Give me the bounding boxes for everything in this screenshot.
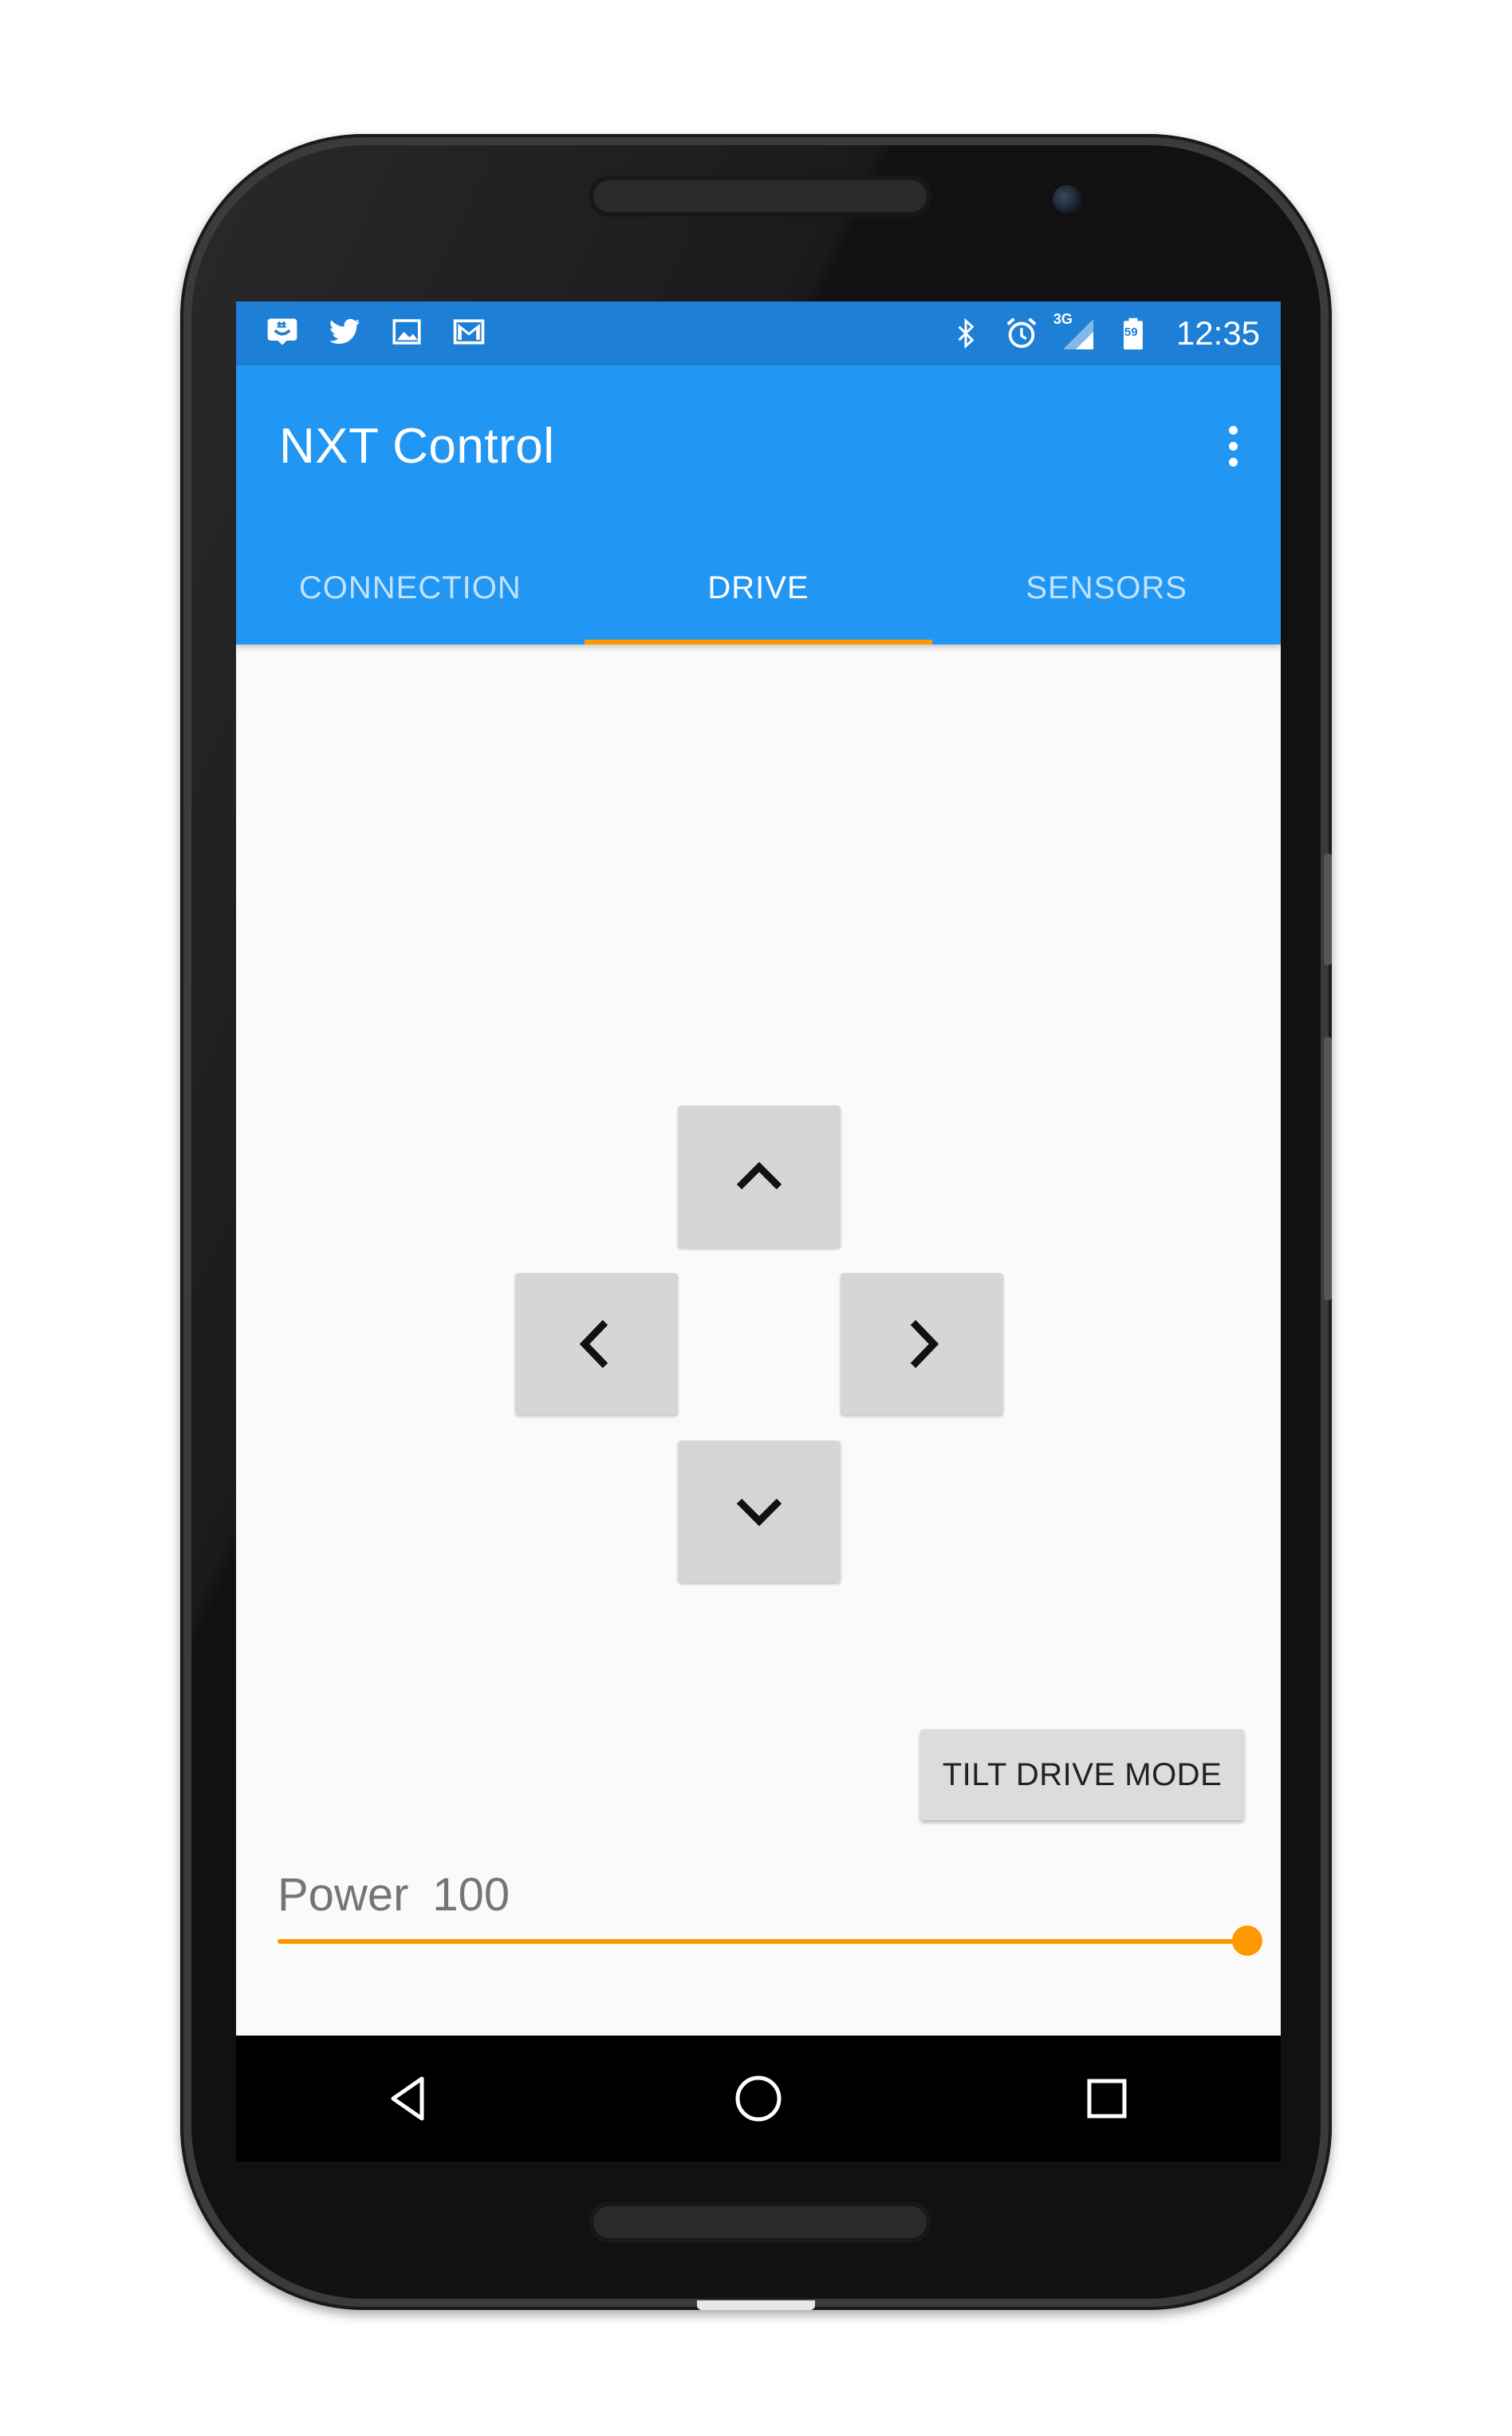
system-status-icons: 3G 59 12:35: [947, 302, 1260, 365]
chevron-up-icon: [736, 1161, 782, 1190]
status-time: 12:35: [1175, 314, 1260, 352]
network-type-label: 3G: [1053, 311, 1073, 327]
bluetooth-icon: [947, 314, 985, 353]
power-slider-thumb[interactable]: [1232, 1926, 1262, 1956]
active-tab-indicator: [584, 640, 933, 644]
screen: 3G 59 12:35 NXT Control CONNECTION DRIVE…: [236, 302, 1281, 2162]
tab-connection[interactable]: CONNECTION: [236, 509, 585, 644]
back-button[interactable]: [236, 2036, 585, 2162]
tab-drive-label: DRIVE: [707, 570, 809, 605]
tab-drive[interactable]: DRIVE: [584, 509, 933, 644]
tab-sensors[interactable]: SENSORS: [932, 509, 1281, 644]
volume-key: [1324, 1037, 1332, 1300]
app-bar: NXT Control CONNECTION DRIVE SENSORS: [236, 365, 1281, 644]
power-key: [1324, 853, 1332, 965]
groupme-icon: [263, 313, 301, 351]
usb-port: [697, 2300, 815, 2310]
power-value: 100: [432, 1869, 510, 1921]
tab-bar: CONNECTION DRIVE SENSORS: [236, 509, 1281, 644]
chevron-down-icon: [736, 1498, 782, 1527]
twitter-icon: [325, 313, 364, 351]
tilt-drive-mode-button[interactable]: TILT DRIVE MODE: [920, 1729, 1244, 1820]
stage: 3G 59 12:35 NXT Control CONNECTION DRIVE…: [0, 0, 1512, 2436]
home-circle-icon: [735, 2075, 782, 2122]
battery-icon: 59: [1114, 314, 1152, 353]
power-label: Power: [278, 1869, 409, 1921]
gallery-icon: [388, 313, 426, 351]
back-triangle-icon: [391, 2076, 424, 2121]
drive-right-button[interactable]: [841, 1273, 1003, 1415]
power-readout: Power 100: [278, 1868, 510, 1922]
signal-3g-icon: 3G: [1053, 311, 1097, 353]
earpiece-speaker: [593, 180, 927, 212]
notification-icons: [263, 313, 488, 351]
recents-button[interactable]: [932, 2036, 1281, 2162]
drive-forward-button[interactable]: [678, 1106, 841, 1248]
more-vert-icon[interactable]: [1209, 410, 1257, 482]
drive-backward-button[interactable]: [678, 1441, 841, 1583]
chevron-right-icon: [910, 1319, 939, 1369]
power-slider-track: [278, 1939, 1247, 1944]
recents-square-icon: [1087, 2079, 1127, 2119]
status-bar: 3G 59 12:35: [236, 302, 1281, 365]
drive-left-button[interactable]: [515, 1273, 678, 1415]
tab-sensors-label: SENSORS: [1026, 570, 1187, 605]
front-camera: [1053, 185, 1081, 214]
bottom-speaker: [593, 2206, 927, 2238]
gmail-icon: [450, 313, 488, 351]
navigation-bar: [236, 2036, 1281, 2162]
home-button[interactable]: [585, 2036, 933, 2162]
alarm-icon: [1002, 314, 1041, 353]
chevron-left-icon: [579, 1319, 608, 1369]
tab-connection-label: CONNECTION: [298, 570, 522, 605]
battery-level-label: 59: [1124, 325, 1138, 339]
app-title: NXT Control: [279, 419, 555, 474]
power-slider[interactable]: [278, 1926, 1262, 1957]
